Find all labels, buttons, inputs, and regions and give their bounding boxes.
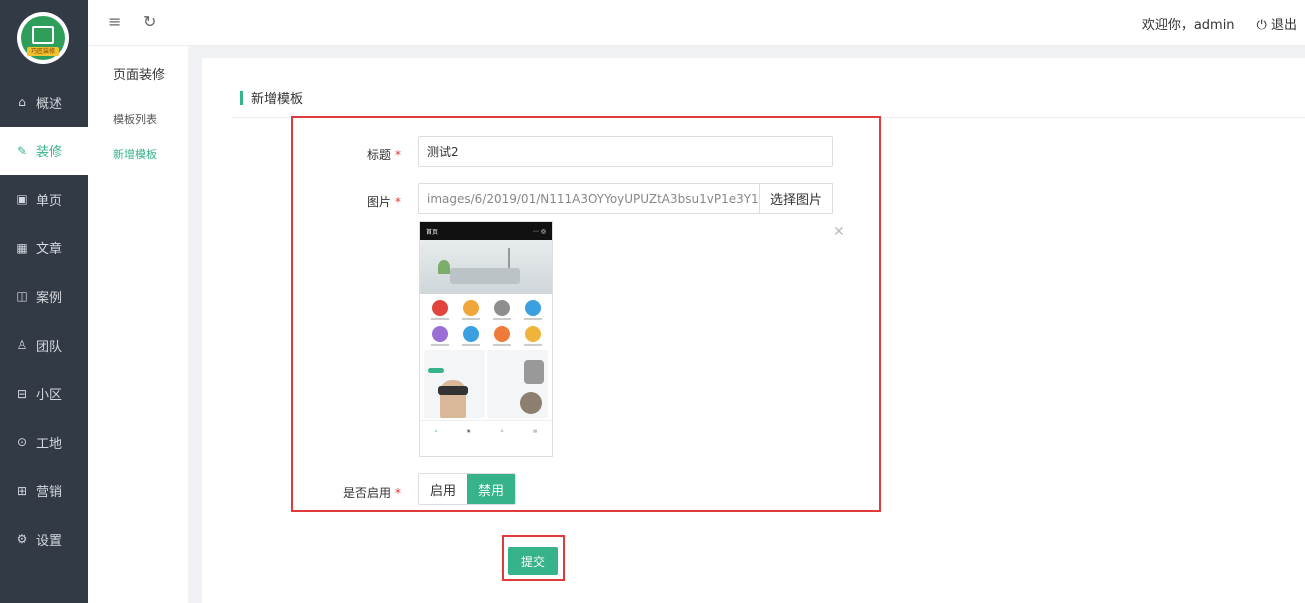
title-label: 标题 *	[366, 148, 401, 162]
sidebar-item-6[interactable]: ⊟ 小区	[0, 370, 88, 418]
gear-icon: ⚙	[16, 532, 28, 547]
phone-icon-grid	[420, 294, 552, 348]
phone-grid-item	[455, 326, 486, 346]
enable-toggle: 启用 禁用	[418, 473, 516, 505]
phone-banner-image	[420, 240, 552, 294]
main-content: 新增模板 标题 * 测试2 图片 * images/6/2019/01/N111A3…	[202, 58, 1305, 603]
subnav-item-add-template[interactable]: 新增模板	[113, 146, 157, 162]
sidebar-item-label: 营销	[36, 485, 63, 501]
phone-tabbar: ⌂ ▣ ♙ ▤	[420, 420, 552, 440]
sidebar-item-label: 单页	[36, 193, 63, 209]
phone-grid-item	[486, 326, 517, 346]
phone-grid-item	[517, 326, 548, 346]
sidebar-item-label: 小区	[36, 388, 63, 404]
marketing-icon: ⊞	[16, 483, 28, 498]
subnav-item-template-list[interactable]: 模板列表	[113, 111, 157, 127]
sidebar-item-5[interactable]: ♙ 团队	[0, 321, 88, 369]
title-input[interactable]: 测试2	[418, 136, 833, 167]
building-icon: ⊟	[16, 386, 28, 401]
grid-icon: ▦	[16, 240, 28, 255]
phone-card-vr	[424, 350, 485, 418]
logout-label: 退出	[1270, 18, 1297, 33]
image-path-input[interactable]: images/6/2019/01/N111A3OYYoyUPUZtA3bsu1v…	[418, 183, 787, 214]
page-title-text: 新增模板	[251, 92, 304, 107]
sidebar-item-7[interactable]: ⊙ 工地	[0, 418, 88, 466]
sidebar-item-2[interactable]: ▣ 单页	[0, 175, 88, 223]
sidebar-item-0[interactable]: ⌂ 概述	[0, 78, 88, 126]
highlight-frame	[291, 116, 881, 512]
location-icon: ⊙	[16, 435, 28, 450]
page-icon: ▣	[16, 192, 28, 207]
welcome-text: 欢迎你，admin	[1141, 18, 1235, 33]
page-title: 新增模板	[240, 88, 303, 107]
window-icon: ◫	[16, 289, 28, 304]
image-preview: 首页 ⋯ ◎ ⌂ ▣ ♙ ▤	[419, 221, 553, 457]
image-label: 图片 *	[366, 195, 401, 209]
sub-navigation: 页面装修 模板列表 新增模板	[88, 46, 188, 603]
logout-button[interactable]: ⏻ 退出	[1257, 14, 1297, 33]
enable-option[interactable]: 启用	[419, 474, 467, 504]
sidebar-item-label: 案例	[36, 290, 63, 306]
phone-grid-item	[517, 300, 548, 320]
sidebar-item-1[interactable]: ✎ 装修	[0, 126, 88, 175]
sidebar-item-4[interactable]: ◫ 案例	[0, 272, 88, 320]
sidebar-item-label: 装修	[36, 145, 63, 161]
sidebar-item-label: 概述	[36, 96, 63, 112]
phone-grid-item	[455, 300, 486, 320]
phone-cards	[420, 348, 552, 420]
sidebar-item-label: 工地	[36, 436, 63, 452]
app-logo[interactable]: 巧匠装修	[17, 12, 69, 64]
top-bar: ≡ ↻ 欢迎你，admin ⏻ 退出	[88, 0, 1305, 46]
phone-status-bar: 首页 ⋯ ◎	[420, 222, 552, 240]
phone-grid-item	[424, 326, 455, 346]
sidebar: 巧匠装修 ⌂ 概述 ✎ 装修 ▣ 单页 ▦ 文章 ◫ 案例 ♙ 团队 ⊟ 小区 ⊙ 工地 ⊞ 营销 ⚙ 设置	[0, 0, 88, 603]
disable-option[interactable]: 禁用	[467, 474, 515, 504]
logo-mark-icon: 巧匠装修	[21, 16, 65, 60]
choose-image-button[interactable]: 选择图片	[759, 183, 833, 214]
sidebar-item-9[interactable]: ⚙ 设置	[0, 515, 88, 563]
title-accent-bar	[240, 90, 243, 105]
submit-button[interactable]: 提交	[508, 547, 558, 575]
logo-text: 巧匠装修	[27, 47, 59, 56]
pen-icon: ✎	[16, 143, 28, 158]
phone-card-tools	[487, 350, 548, 418]
refresh-icon[interactable]: ↻	[143, 12, 156, 31]
remove-image-icon[interactable]: ✕	[833, 224, 845, 240]
sidebar-item-3[interactable]: ▦ 文章	[0, 224, 88, 272]
home-icon: ⌂	[18, 95, 26, 109]
phone-grid-item	[424, 300, 455, 320]
phone-grid-item	[486, 300, 517, 320]
power-icon: ⏻	[1256, 18, 1267, 33]
sidebar-item-label: 文章	[36, 242, 63, 258]
user-icon: ♙	[16, 338, 28, 352]
sidebar-item-label: 团队	[36, 339, 63, 355]
menu-toggle-icon[interactable]: ≡	[108, 12, 121, 31]
subnav-title: 页面装修	[113, 68, 166, 83]
sidebar-item-label: 设置	[36, 533, 63, 549]
enable-label: 是否启用 *	[342, 486, 401, 500]
sidebar-item-8[interactable]: ⊞ 营销	[0, 467, 88, 515]
